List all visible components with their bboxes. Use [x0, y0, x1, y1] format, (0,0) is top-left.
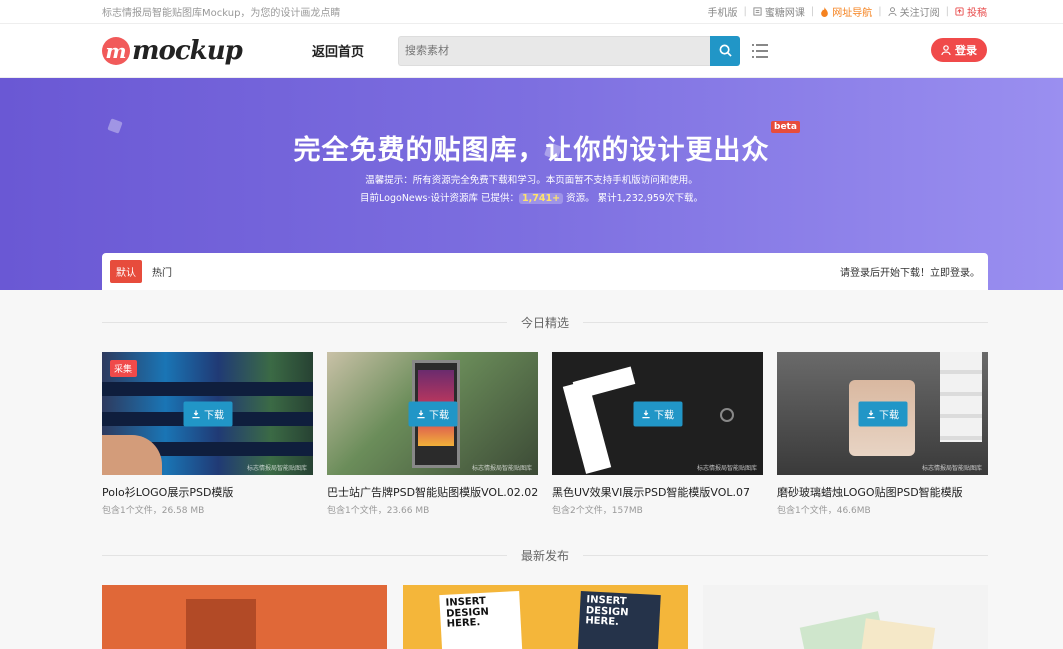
- submit-link[interactable]: 投稿: [955, 4, 987, 19]
- filter-tabs: 默认 热门 请登录后开始下载！立即登录。: [102, 253, 988, 290]
- search-icon: [719, 44, 732, 57]
- resource-thumbnail[interactable]: 下载 标志情报局智能贴图库: [777, 352, 988, 475]
- resource-meta: 包含1个文件，26.58 MB: [102, 506, 205, 516]
- watermark: 标志情报局智能贴图库: [246, 465, 307, 472]
- resource-title[interactable]: 巴士站广告牌PSD智能贴图模版VOL.02.02: [327, 484, 538, 500]
- divider: |: [810, 6, 815, 17]
- beta-badge: beta: [771, 121, 800, 133]
- collect-badge: 采集: [110, 360, 138, 377]
- hero-title: 完全免费的贴图库，让你的设计更出众: [293, 135, 770, 166]
- category-list-icon[interactable]: [752, 43, 768, 58]
- book-icon: [753, 7, 762, 16]
- download-icon: [866, 409, 875, 418]
- divider: |: [945, 6, 949, 17]
- divider: |: [878, 6, 882, 17]
- resource-thumbnail[interactable]: 下载 标志情报局智能贴图库: [552, 352, 763, 475]
- featured-heading: 今日精选: [102, 314, 988, 331]
- download-button[interactable]: 下载: [183, 401, 232, 426]
- resource-title[interactable]: Polo衫LOGO展示PSD模版: [102, 484, 313, 500]
- poster-mock-text: INSERT DESIGN HERE.: [438, 590, 523, 649]
- resource-card[interactable]: 下载 标志情报局智能贴图库 巴士站广告牌PSD智能贴图模版VOL.02.02 包…: [327, 352, 538, 516]
- resource-thumbnail[interactable]: 采集 下载 标志情报局智能贴图库: [102, 352, 313, 475]
- download-button[interactable]: 下载: [633, 401, 682, 426]
- tab-default[interactable]: 默认: [110, 260, 142, 283]
- hero-tip: 温馨提示：所有资源完全免费下载和学习。本页面暂不支持手机版访问和使用。: [365, 175, 698, 186]
- search-input[interactable]: [398, 35, 710, 66]
- download-icon: [416, 409, 425, 418]
- tab-hot[interactable]: 热门: [146, 260, 178, 283]
- nav-directory-link[interactable]: 网址导航: [820, 4, 872, 19]
- divider: |: [743, 6, 747, 17]
- top-bar: 标志情报局智能贴图库Mockup，为您的设计画龙点睛 手机版 | 蜜糖网课 | …: [0, 0, 1063, 24]
- main-header: m mockup 返回首页 登录: [0, 24, 1063, 78]
- upload-icon: [955, 7, 964, 16]
- logo-mark: m: [102, 36, 130, 65]
- download-button[interactable]: 下载: [408, 401, 457, 426]
- search-button[interactable]: [710, 35, 740, 66]
- resource-meta: 包含2个文件，157MB: [552, 506, 643, 516]
- resource-meta: 包含1个文件，46.6MB: [777, 506, 871, 516]
- logo-wordmark: mockup: [132, 35, 243, 66]
- search-box: [398, 35, 740, 66]
- download-icon: [641, 409, 650, 418]
- resource-thumbnail[interactable]: 下载 标志情报局智能贴图库: [327, 352, 538, 475]
- top-links: 手机版 | 蜜糖网课 | 网址导航 | 关注订阅 | 投稿: [708, 4, 988, 19]
- resource-title[interactable]: 黑色UV效果VI展示PSD智能模版VOL.07: [552, 484, 763, 500]
- site-tagline: 标志情报局智能贴图库Mockup，为您的设计画龙点睛: [102, 8, 341, 19]
- watermark: 标志情报局智能贴图库: [696, 465, 757, 472]
- login-notice[interactable]: 请登录后开始下载！立即登录。: [840, 264, 980, 279]
- mobile-version-link[interactable]: 手机版: [708, 4, 738, 19]
- home-link[interactable]: 返回首页: [312, 41, 398, 60]
- resource-card[interactable]: 下载 标志情报局智能贴图库 黑色UV效果VI展示PSD智能模版VOL.07 包含…: [552, 352, 763, 516]
- hero-stats: 目前LogoNews·设计资源库 已提供： 1,741+ 资源。 累计1,232,…: [360, 193, 703, 204]
- resource-card[interactable]: 下载 标志情报局智能贴图库 磨砂玻璃蜡烛LOGO贴图PSD智能模版 包含1个文件…: [777, 352, 988, 516]
- download-button[interactable]: 下载: [858, 401, 907, 426]
- site-logo[interactable]: m mockup: [102, 36, 312, 66]
- user-icon: [888, 7, 897, 16]
- latest-list: INSERT DESIGN HERE. INSERT DESIGN HERE.: [102, 585, 988, 649]
- latest-heading: 最新发布: [102, 547, 988, 564]
- watermark: 标志情报局智能贴图库: [921, 465, 982, 472]
- subscribe-link[interactable]: 关注订阅: [888, 4, 940, 19]
- featured-list: 采集 下载 标志情报局智能贴图库 Polo衫LOGO展示PSD模版 包含1个文件…: [102, 352, 988, 516]
- latest-card[interactable]: [703, 585, 988, 649]
- resource-meta: 包含1个文件，23.66 MB: [327, 506, 430, 516]
- latest-card[interactable]: [102, 585, 387, 649]
- resource-card[interactable]: 采集 下载 标志情报局智能贴图库 Polo衫LOGO展示PSD模版 包含1个文件…: [102, 352, 313, 516]
- resource-title[interactable]: 磨砂玻璃蜡烛LOGO贴图PSD智能模版: [777, 484, 988, 500]
- latest-card[interactable]: INSERT DESIGN HERE. INSERT DESIGN HERE.: [402, 585, 688, 649]
- login-button[interactable]: 登录: [931, 38, 987, 62]
- download-icon: [191, 409, 200, 418]
- fire-icon: [821, 6, 829, 17]
- user-icon: [941, 45, 951, 55]
- watermark: 标志情报局智能贴图库: [471, 465, 532, 472]
- resource-count: 1,741+: [519, 193, 564, 204]
- poster-mock-text: INSERT DESIGN HERE.: [576, 590, 661, 649]
- course-link[interactable]: 蜜糖网课: [753, 4, 805, 19]
